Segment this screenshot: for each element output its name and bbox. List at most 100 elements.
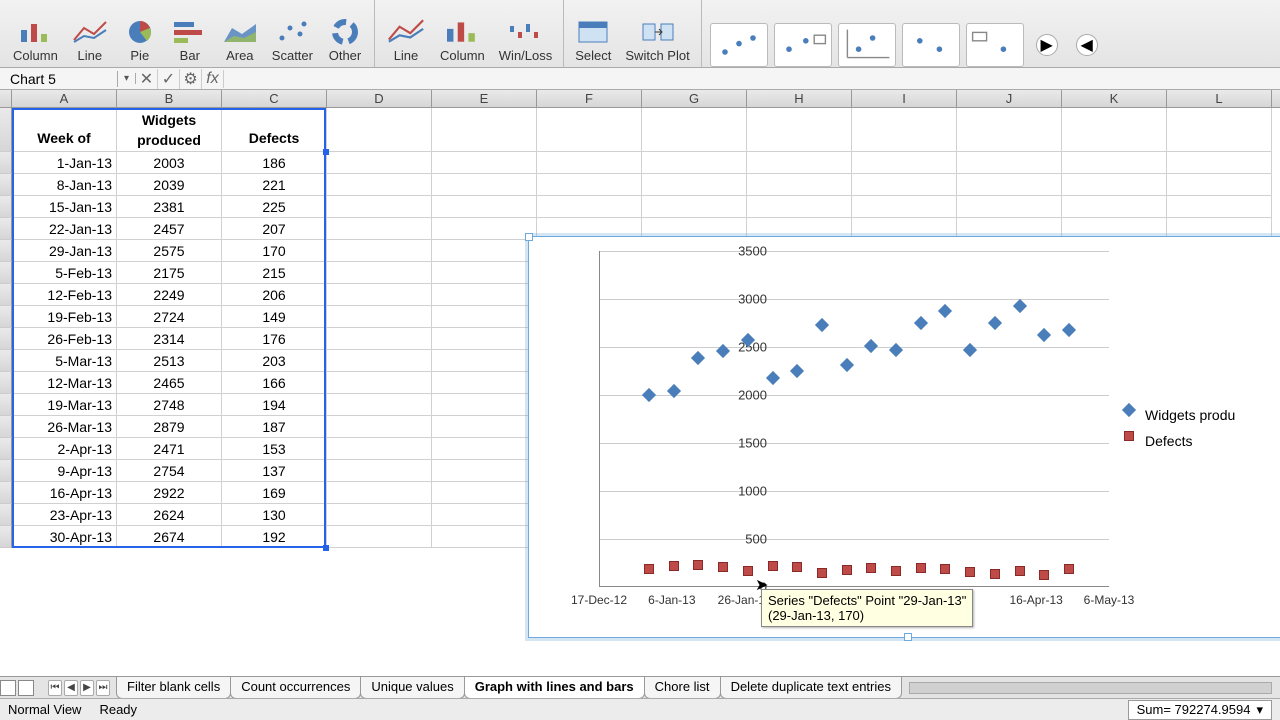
chart-legend[interactable]: Widgets produ Defects — [1129, 407, 1235, 459]
cell-widgets[interactable]: 2249 — [117, 284, 222, 306]
cell-widgets[interactable]: 2575 — [117, 240, 222, 262]
col-B[interactable]: B — [117, 90, 222, 107]
cell-widgets[interactable]: 2457 — [117, 218, 222, 240]
formula-builder-icon[interactable]: ⚙ — [180, 69, 202, 89]
cell-widgets[interactable]: 2879 — [117, 416, 222, 438]
cell-defects[interactable]: 225 — [222, 196, 327, 218]
cell-defects[interactable]: 187 — [222, 416, 327, 438]
col-G[interactable]: G — [642, 90, 747, 107]
cell-widgets[interactable]: 2674 — [117, 526, 222, 548]
data-point[interactable] — [842, 565, 852, 575]
col-K[interactable]: K — [1062, 90, 1167, 107]
cell-week[interactable]: 22-Jan-13 — [12, 218, 117, 240]
data-point[interactable] — [768, 561, 778, 571]
table-row[interactable]: 1-Jan-13 2003 186 — [0, 152, 1280, 174]
data-point[interactable] — [866, 563, 876, 573]
cell-defects[interactable]: 215 — [222, 262, 327, 284]
sparkline-column[interactable]: Column — [437, 14, 488, 65]
view-normal-icon[interactable] — [0, 680, 16, 696]
view-page-icon[interactable] — [18, 680, 34, 696]
select-button[interactable]: Select — [572, 16, 614, 65]
fx-icon[interactable]: fx — [202, 70, 224, 88]
cell-defects[interactable]: 221 — [222, 174, 327, 196]
cell-widgets[interactable]: 2748 — [117, 394, 222, 416]
data-point[interactable] — [965, 567, 975, 577]
cell-week[interactable]: 16-Apr-13 — [12, 482, 117, 504]
sheet-tab[interactable]: Delete duplicate text entries — [720, 677, 902, 699]
data-point[interactable] — [990, 569, 1000, 579]
sheet-tab[interactable]: Filter blank cells — [116, 677, 231, 699]
table-row[interactable]: 15-Jan-13 2381 225 — [0, 196, 1280, 218]
sparkline-win-loss[interactable]: Win/Loss — [496, 14, 555, 65]
gallery-prev-icon[interactable]: ◀ — [1076, 34, 1098, 56]
embedded-chart[interactable]: 0500100015002000250030003500 17-Dec-126-… — [528, 236, 1280, 638]
data-point[interactable] — [817, 568, 827, 578]
cancel-formula-icon[interactable]: ✕ — [136, 69, 158, 89]
cell-widgets[interactable]: 2754 — [117, 460, 222, 482]
cell-defects[interactable]: 137 — [222, 460, 327, 482]
accept-formula-icon[interactable]: ✓ — [158, 69, 180, 89]
status-sum[interactable]: Sum= 792274.9594▾ — [1128, 700, 1272, 720]
sum-dropdown-icon[interactable]: ▾ — [1256, 702, 1263, 718]
cell-widgets[interactable]: 2381 — [117, 196, 222, 218]
sheet-tab[interactable]: Graph with lines and bars — [464, 677, 645, 699]
tab-first-icon[interactable]: ⏮ — [48, 680, 62, 696]
cell-defects[interactable]: 206 — [222, 284, 327, 306]
tab-prev-icon[interactable]: ◀ — [64, 680, 78, 696]
col-I[interactable]: I — [852, 90, 957, 107]
gallery-next-icon[interactable]: ▶ — [1036, 34, 1058, 56]
data-point[interactable] — [644, 564, 654, 574]
col-E[interactable]: E — [432, 90, 537, 107]
cell-defects[interactable]: 192 — [222, 526, 327, 548]
chart-type-scatter[interactable]: Scatter — [269, 16, 316, 65]
col-J[interactable]: J — [957, 90, 1062, 107]
cell-defects[interactable]: 194 — [222, 394, 327, 416]
table-row[interactable]: 8-Jan-13 2039 221 — [0, 174, 1280, 196]
cell-defects[interactable]: 130 — [222, 504, 327, 526]
col-L[interactable]: L — [1167, 90, 1272, 107]
switch-plot-button[interactable]: Switch Plot — [622, 16, 692, 65]
cell-week[interactable]: 1-Jan-13 — [12, 152, 117, 174]
chart-layout-3[interactable] — [838, 23, 896, 67]
cell-defects[interactable]: 169 — [222, 482, 327, 504]
data-point[interactable] — [891, 566, 901, 576]
col-C[interactable]: C — [222, 90, 327, 107]
cell-week[interactable]: 8-Jan-13 — [12, 174, 117, 196]
col-F[interactable]: F — [537, 90, 642, 107]
cell-widgets[interactable]: 2513 — [117, 350, 222, 372]
select-all-corner[interactable] — [0, 90, 12, 107]
name-box-dropdown-icon[interactable]: ▾ — [118, 73, 136, 84]
cell-week[interactable]: 9-Apr-13 — [12, 460, 117, 482]
data-point[interactable] — [718, 562, 728, 572]
chart-layout-4[interactable] — [902, 23, 960, 67]
cell-week[interactable]: 23-Apr-13 — [12, 504, 117, 526]
data-point[interactable] — [916, 563, 926, 573]
chart-resize-handle[interactable] — [904, 633, 912, 641]
cell-defects[interactable]: 207 — [222, 218, 327, 240]
cell-week[interactable]: 5-Feb-13 — [12, 262, 117, 284]
cell-widgets[interactable]: 2922 — [117, 482, 222, 504]
chart-type-pie[interactable]: Pie — [119, 16, 161, 65]
cell-defects[interactable]: 153 — [222, 438, 327, 460]
cell-week[interactable]: 5-Mar-13 — [12, 350, 117, 372]
cell-defects[interactable]: 203 — [222, 350, 327, 372]
cell-week[interactable]: 2-Apr-13 — [12, 438, 117, 460]
data-point[interactable] — [1064, 564, 1074, 574]
cell-widgets[interactable]: 2003 — [117, 152, 222, 174]
cell-week[interactable]: 30-Apr-13 — [12, 526, 117, 548]
cell-widgets[interactable]: 2175 — [117, 262, 222, 284]
cell-widgets[interactable]: 2724 — [117, 306, 222, 328]
data-point[interactable] — [669, 561, 679, 571]
cell-week[interactable]: 19-Mar-13 — [12, 394, 117, 416]
cell-week[interactable]: 26-Mar-13 — [12, 416, 117, 438]
chart-type-bar[interactable]: Bar — [169, 16, 211, 65]
data-point[interactable] — [940, 564, 950, 574]
col-A[interactable]: A — [12, 90, 117, 107]
chart-layout-1[interactable] — [710, 23, 768, 67]
cell-defects[interactable]: 186 — [222, 152, 327, 174]
chart-resize-handle[interactable] — [525, 233, 533, 241]
data-point[interactable] — [792, 562, 802, 572]
sparkline-line[interactable]: Line — [383, 14, 429, 65]
cell-week[interactable]: 26-Feb-13 — [12, 328, 117, 350]
cell-week[interactable]: 15-Jan-13 — [12, 196, 117, 218]
